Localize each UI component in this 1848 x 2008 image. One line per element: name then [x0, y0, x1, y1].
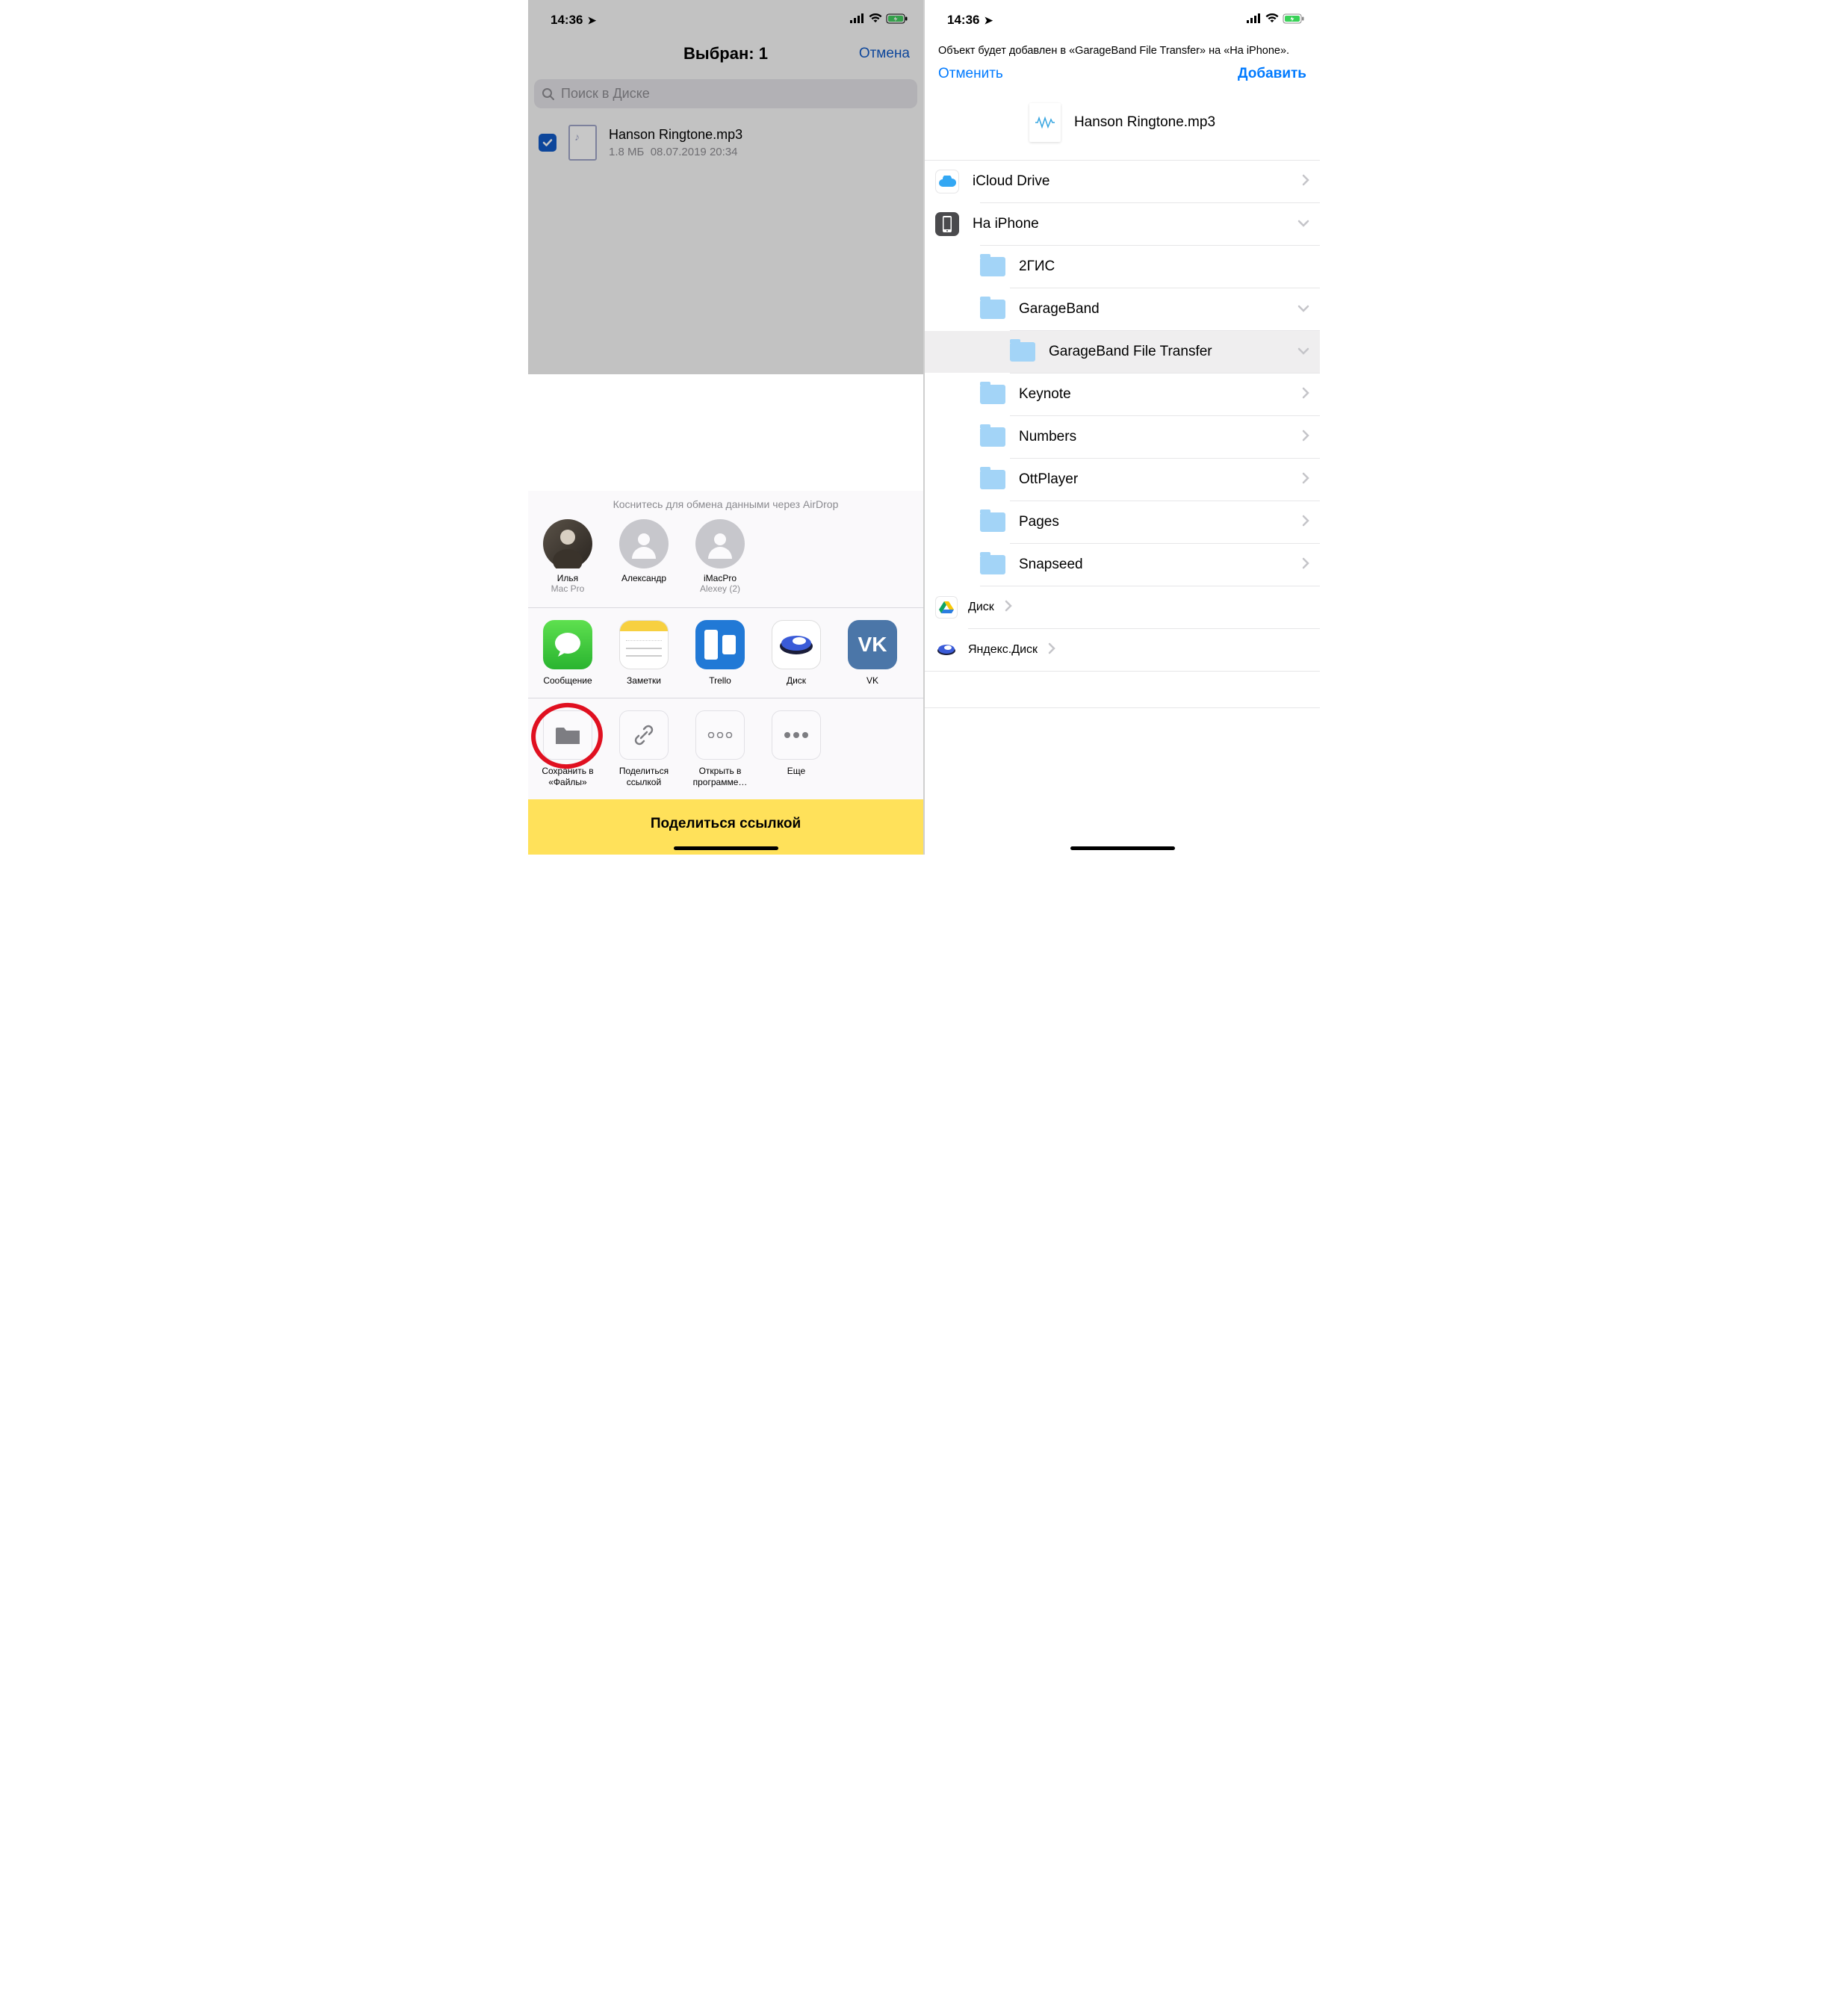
more-dots-icon — [772, 710, 821, 760]
file-name: Hanson Ringtone.mp3 — [1074, 114, 1215, 131]
location-icon: ➤ — [587, 14, 596, 27]
airdrop-contact[interactable]: iMacPro Alexey (2) — [691, 519, 749, 594]
iphone-icon — [935, 212, 959, 236]
wifi-icon — [869, 13, 882, 27]
share-app-notes[interactable]: Заметки — [615, 620, 673, 686]
google-drive-icon — [935, 596, 958, 619]
folder-icon — [980, 555, 1005, 574]
file-preview: Hanson Ringtone.mp3 — [925, 99, 1320, 160]
yandex-disk-icon — [772, 620, 821, 669]
search-icon — [542, 87, 555, 101]
selection-title: Выбран: 1 — [683, 44, 768, 63]
battery-icon — [886, 13, 908, 28]
share-app-trello[interactable]: Trello — [691, 620, 749, 686]
right-phone: 14:36 ➤ Объект будет добавлен в «GarageB… — [925, 0, 1320, 855]
wifi-icon — [1265, 13, 1279, 27]
share-apps: Сообщение Заметки Trello Диск VK VK — [528, 608, 923, 698]
on-iphone-row[interactable]: На iPhone — [925, 203, 1320, 245]
share-app-vk[interactable]: VK VK — [843, 620, 902, 686]
home-indicator[interactable] — [1070, 846, 1175, 850]
left-phone: 14:36 ➤ Выбран: 1 Отмена Поиск в Диске — [528, 0, 923, 855]
chevron-right-icon — [1302, 430, 1309, 445]
chevron-down-icon — [1297, 345, 1309, 359]
cancel-button[interactable]: Отменить — [938, 66, 1003, 82]
chevron-down-icon — [1297, 303, 1309, 316]
share-sheet: Коснитесь для обмена данными через AirDr… — [528, 491, 923, 855]
file-row[interactable]: Hanson Ringtone.mp3 1.8 МБ 08.07.2019 20… — [528, 113, 923, 173]
avatar — [543, 519, 592, 568]
more-action[interactable]: Еще — [767, 710, 825, 787]
icloud-icon — [935, 170, 959, 193]
airdrop-hint: Коснитесь для обмена данными через AirDr… — [528, 491, 923, 519]
chevron-down-icon — [1297, 217, 1309, 231]
airdrop-contacts: Илья Mac Pro Александр iMacPro Alexey (2… — [528, 519, 923, 608]
location-list: iCloud Drive На iPhone 2ГИС GarageBand — [925, 160, 1320, 708]
folder-row-ottplayer[interactable]: OttPlayer — [925, 459, 1320, 501]
chevron-right-icon — [1048, 642, 1055, 658]
yandex-disk-row[interactable]: Яндекс.Диск — [925, 629, 1320, 671]
cellular-icon — [1247, 13, 1262, 27]
chevron-right-icon — [1302, 387, 1309, 403]
trello-icon — [695, 620, 745, 669]
folder-icon — [980, 300, 1005, 319]
open-in-action[interactable]: Открыть в программе… — [691, 710, 749, 787]
chevron-right-icon — [1302, 174, 1309, 190]
link-icon — [619, 710, 669, 760]
messages-icon — [543, 620, 592, 669]
folder-row-snapseed[interactable]: Snapseed — [925, 544, 1320, 586]
vk-icon: VK — [848, 620, 897, 669]
location-icon: ➤ — [984, 14, 993, 27]
selection-header: Выбран: 1 Отмена — [528, 33, 923, 75]
share-link-action[interactable]: Поделиться ссылкой — [615, 710, 673, 787]
share-actions: Сохранить в «Файлы» Поделиться ссылкой О… — [528, 698, 923, 799]
chevron-right-icon — [1302, 515, 1309, 530]
status-bar-left: 14:36 ➤ — [528, 0, 923, 33]
avatar — [695, 519, 745, 568]
file-name: Hanson Ringtone.mp3 — [609, 127, 742, 143]
yandex-disk-icon — [935, 639, 958, 661]
folder-icon — [980, 470, 1005, 489]
google-drive-row[interactable]: Диск — [925, 586, 1320, 628]
destination-message: Объект будет добавлен в «GarageBand File… — [925, 33, 1320, 61]
icloud-drive-row[interactable]: iCloud Drive — [925, 161, 1320, 202]
share-app-disk[interactable]: Диск — [767, 620, 825, 686]
folder-row-numbers[interactable]: Numbers — [925, 416, 1320, 458]
chevron-right-icon — [1005, 600, 1012, 616]
modal-nav: Отменить Добавить — [925, 61, 1320, 99]
add-button[interactable]: Добавить — [1238, 66, 1306, 82]
cellular-icon — [850, 13, 865, 27]
notes-icon — [619, 620, 669, 669]
chevron-right-icon — [1302, 472, 1309, 488]
chevron-right-icon — [1302, 557, 1309, 573]
search-input[interactable]: Поиск в Диске — [534, 79, 917, 108]
avatar — [619, 519, 669, 568]
folder-icon — [980, 427, 1005, 447]
more-dots-outline-icon — [695, 710, 745, 760]
airdrop-contact[interactable]: Илья Mac Pro — [539, 519, 597, 594]
battery-icon — [1283, 13, 1305, 28]
share-app-messages[interactable]: Сообщение — [539, 620, 597, 686]
folder-icon — [980, 385, 1005, 404]
folder-row-2gis[interactable]: 2ГИС — [925, 246, 1320, 288]
folder-row-garageband-transfer[interactable]: GarageBand File Transfer — [925, 331, 1320, 373]
search-placeholder: Поиск в Диске — [561, 86, 650, 102]
cancel-button[interactable]: Отмена — [859, 46, 910, 62]
audio-file-icon — [568, 125, 597, 161]
file-metadata: 1.8 МБ 08.07.2019 20:34 — [609, 146, 742, 158]
folder-icon — [980, 257, 1005, 276]
folder-icon — [1010, 342, 1035, 362]
folder-icon — [980, 512, 1005, 532]
audio-file-icon — [1029, 103, 1061, 142]
folder-row-garageband[interactable]: GarageBand — [925, 288, 1320, 330]
folder-row-keynote[interactable]: Keynote — [925, 374, 1320, 415]
home-indicator[interactable] — [674, 846, 778, 850]
checkbox-icon[interactable] — [539, 134, 556, 152]
folder-row-pages[interactable]: Pages — [925, 501, 1320, 543]
status-time: 14:36 — [947, 13, 979, 28]
status-bar-right: 14:36 ➤ — [925, 0, 1320, 33]
status-time: 14:36 — [551, 13, 583, 28]
airdrop-contact[interactable]: Александр — [615, 519, 673, 594]
